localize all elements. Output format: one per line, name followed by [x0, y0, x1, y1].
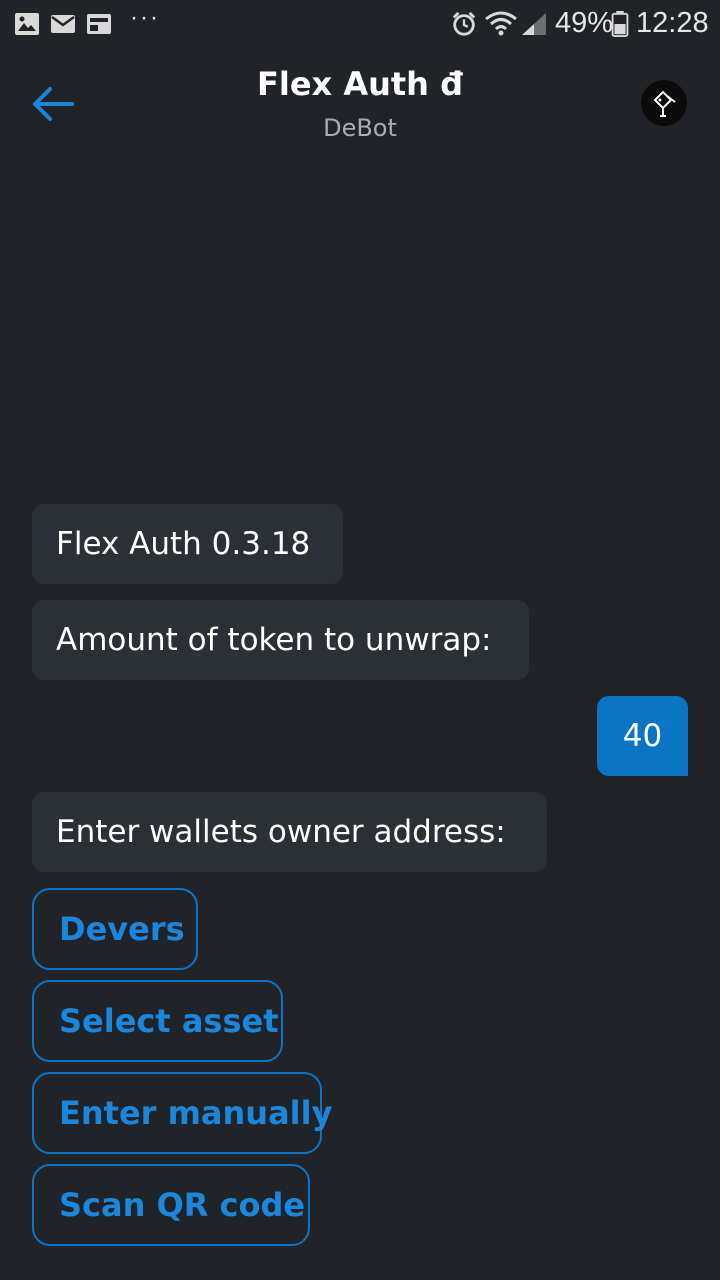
choice-button-select-asset[interactable]: Select asset — [32, 980, 283, 1062]
alarm-icon — [452, 11, 476, 36]
bot-message: Enter wallets owner address: — [32, 792, 547, 872]
clock: 12:28 — [636, 7, 709, 39]
debot-avatar-icon — [653, 90, 676, 117]
page-subtitle: DeBot — [323, 114, 397, 142]
status-bar: ··· 49% 12:28 — [0, 0, 720, 50]
choice-button-scan-qr-code[interactable]: Scan QR code — [32, 1164, 310, 1246]
page-title: Flex Auth đ — [257, 65, 463, 103]
debot-avatar[interactable] — [641, 80, 687, 126]
mail-icon — [51, 15, 75, 33]
battery-icon — [611, 11, 629, 37]
choice-button-enter-manually[interactable]: Enter manually — [32, 1072, 332, 1154]
choice-button-devers[interactable]: Devers — [32, 888, 198, 970]
battery-percentage: 49% — [555, 7, 614, 39]
app-header: Flex Auth đ DeBot — [0, 50, 720, 160]
bot-message: Amount of token to unwrap: — [32, 600, 529, 680]
wifi-icon — [485, 11, 517, 36]
user-message: 40 — [597, 696, 688, 776]
news-icon — [87, 14, 111, 34]
bot-message: Flex Auth 0.3.18 — [32, 504, 343, 584]
more-notifications-indicator: ··· — [130, 4, 160, 31]
signal-icon — [522, 13, 546, 35]
gallery-icon — [15, 13, 39, 35]
